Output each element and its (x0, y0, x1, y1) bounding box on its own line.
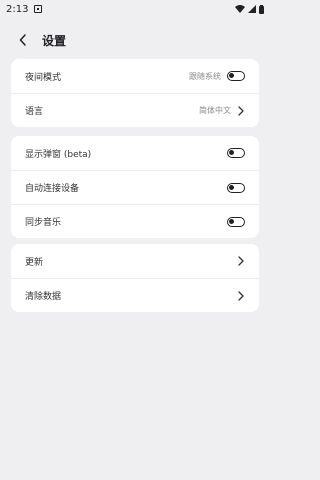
status-icons (235, 4, 264, 14)
setting-value: 简体中文 (199, 106, 231, 115)
setting-sync-music[interactable]: 同步音乐 (11, 204, 259, 238)
chevron-right-icon (237, 256, 245, 266)
sync-music-toggle[interactable] (227, 216, 245, 227)
night-mode-toggle[interactable] (227, 71, 245, 81)
settings-card-display: 夜间模式 跟随系统 语言 简体中文 (11, 59, 259, 127)
auto-connect-toggle[interactable] (227, 182, 245, 193)
setting-label: 同步音乐 (25, 218, 62, 228)
setting-clear-data[interactable]: 清除数据 (11, 278, 259, 312)
setting-night-mode[interactable]: 夜间模式 跟随系统 (11, 59, 259, 93)
setting-label: 自动连接设备 (25, 184, 80, 194)
back-arrow-icon (19, 34, 26, 46)
show-popup-toggle[interactable] (227, 148, 245, 158)
app-bar: 设置 (0, 18, 270, 62)
chevron-right-icon (237, 105, 245, 116)
setting-label: 清除数据 (25, 292, 62, 302)
wifi-icon (235, 5, 245, 13)
setting-auto-connect[interactable]: 自动连接设备 (11, 170, 259, 204)
setting-value: 跟随系统 (189, 71, 221, 81)
setting-update[interactable]: 更新 (11, 244, 259, 278)
battery-icon (259, 4, 264, 14)
toggle-knob (229, 184, 234, 190)
toggle-knob (229, 73, 234, 78)
signal-icon (248, 5, 256, 13)
back-button[interactable] (12, 29, 34, 51)
setting-label: 显示弹窗 (beta) (25, 149, 92, 160)
notification-icon (34, 5, 43, 13)
setting-label: 夜间模式 (25, 72, 62, 83)
setting-label: 语言 (25, 107, 44, 117)
toggle-knob (229, 150, 234, 155)
status-time: 2:13 (6, 3, 29, 15)
settings-card-maintenance: 更新 清除数据 (11, 244, 259, 312)
setting-label: 更新 (25, 257, 44, 268)
page-title: 设置 (42, 33, 67, 48)
setting-language[interactable]: 语言 简体中文 (11, 93, 259, 127)
status-bar: 2:13 (0, 0, 270, 18)
settings-card-features: 显示弹窗 (beta) 自动连接设备 同步音乐 (11, 136, 259, 238)
setting-show-popup[interactable]: 显示弹窗 (beta) (11, 136, 259, 170)
toggle-knob (229, 218, 234, 224)
chevron-right-icon (237, 290, 245, 301)
